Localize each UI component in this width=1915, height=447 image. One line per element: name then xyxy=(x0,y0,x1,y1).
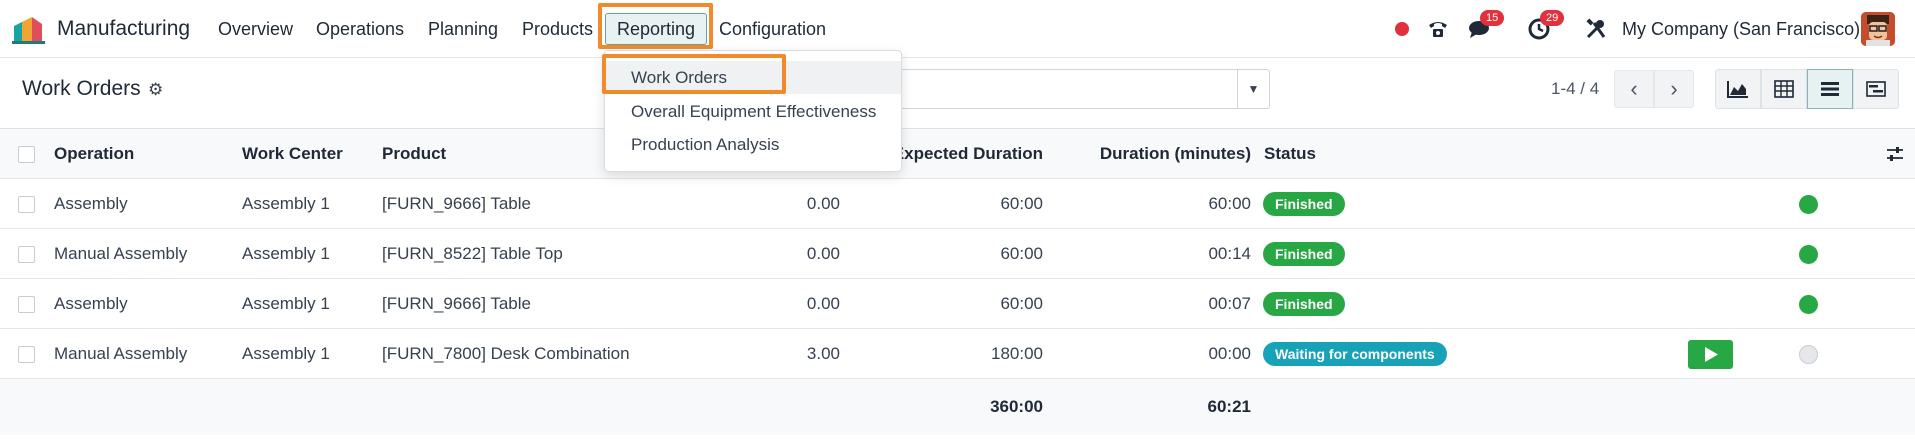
cell-work-center: Assembly 1 xyxy=(242,193,330,213)
row-checkbox[interactable] xyxy=(18,196,35,213)
search-input[interactable]: ▼ xyxy=(880,69,1270,109)
menu-reporting[interactable]: Reporting xyxy=(605,13,708,45)
phone-icon xyxy=(1429,22,1447,37)
app-name[interactable]: Manufacturing xyxy=(57,17,190,41)
area-chart-icon xyxy=(1727,81,1748,98)
select-all-checkbox[interactable] xyxy=(18,146,35,163)
gear-icon[interactable]: ⚙ xyxy=(148,80,163,100)
cell-product: [FURN_8522] Table Top xyxy=(382,243,563,263)
row-checkbox[interactable] xyxy=(18,246,35,263)
menu-products[interactable]: Products xyxy=(522,19,593,40)
voip-button[interactable] xyxy=(1424,12,1452,46)
optional-columns-icon[interactable] xyxy=(1886,145,1904,163)
work-orders-table: Operation Work Center Product Expected D… xyxy=(0,128,1915,435)
tools-icon xyxy=(1586,18,1606,39)
cell-work-center: Assembly 1 xyxy=(242,343,330,363)
manufacturing-app-icon[interactable] xyxy=(12,14,48,44)
list-icon xyxy=(1821,82,1839,96)
cell-work-center: Assembly 1 xyxy=(242,243,330,263)
cell-product: [FURN_9666] Table xyxy=(382,193,531,213)
cell-quantity: 0.00 xyxy=(806,243,840,263)
messages-button[interactable]: 15 xyxy=(1464,10,1505,46)
menu-operations[interactable]: Operations xyxy=(316,19,404,40)
chevron-left-icon: ‹ xyxy=(1630,76,1638,101)
pivot-table-icon xyxy=(1774,80,1794,98)
status-badge: Waiting for components xyxy=(1263,341,1447,366)
status-badge: Finished xyxy=(1263,291,1345,316)
column-header-expected-duration[interactable]: Expected Duration xyxy=(880,129,1043,178)
pager-previous-button[interactable]: ‹ xyxy=(1614,70,1654,108)
cell-quantity: 0.00 xyxy=(806,193,840,213)
column-header-work-center[interactable]: Work Center xyxy=(242,129,343,178)
debug-tools-button[interactable] xyxy=(1584,12,1608,46)
pager-next-button[interactable]: › xyxy=(1654,70,1694,108)
cell-expected-duration: 180:00 xyxy=(991,343,1043,363)
cell-duration: 00:14 xyxy=(1208,243,1251,263)
play-icon xyxy=(1704,347,1718,362)
gantt-view-button[interactable] xyxy=(1853,69,1899,109)
table-row[interactable]: Assembly Assembly 1 [FURN_9666] Table 0.… xyxy=(0,179,1915,229)
row-checkbox[interactable] xyxy=(18,346,35,363)
dropdown-item-work-orders[interactable]: Work Orders xyxy=(605,61,901,94)
cell-operation: Manual Assembly xyxy=(54,243,188,263)
start-button[interactable] xyxy=(1688,340,1733,369)
table-row[interactable]: Manual Assembly Assembly 1 [FURN_8522] T… xyxy=(0,229,1915,279)
cell-operation: Assembly xyxy=(54,193,128,213)
state-dot xyxy=(1799,195,1818,214)
cell-operation: Assembly xyxy=(54,293,128,313)
table-header: Operation Work Center Product Expected D… xyxy=(0,128,1915,179)
top-navbar: Manufacturing Overview Operations Planni… xyxy=(0,0,1915,58)
menu-configuration[interactable]: Configuration xyxy=(719,19,826,40)
company-switcher[interactable]: My Company (San Francisco) xyxy=(1622,19,1860,40)
column-header-status[interactable]: Status xyxy=(1264,129,1316,178)
record-dot-icon xyxy=(1395,22,1409,36)
avatar-face-icon xyxy=(1861,12,1895,46)
column-header-product[interactable]: Product xyxy=(382,129,446,178)
pivot-view-button[interactable] xyxy=(1761,69,1807,109)
row-checkbox[interactable] xyxy=(18,296,35,313)
cell-expected-duration: 60:00 xyxy=(1000,193,1043,213)
cell-product: [FURN_7800] Desk Combination xyxy=(382,343,630,363)
record-indicator[interactable] xyxy=(1392,12,1412,46)
cell-duration: 00:07 xyxy=(1208,293,1251,313)
cell-duration: 60:00 xyxy=(1208,193,1251,213)
activities-button[interactable]: 29 xyxy=(1524,10,1565,46)
menu-planning[interactable]: Planning xyxy=(428,19,498,40)
status-badge: Finished xyxy=(1263,241,1345,266)
cell-product: [FURN_9666] Table xyxy=(382,293,531,313)
graph-view-button[interactable] xyxy=(1715,69,1761,109)
table-row[interactable]: Manual Assembly Assembly 1 [FURN_7800] D… xyxy=(0,329,1915,379)
cell-operation: Manual Assembly xyxy=(54,343,188,363)
cell-quantity: 0.00 xyxy=(806,293,840,313)
cell-expected-duration: 60:00 xyxy=(1000,293,1043,313)
page-title[interactable]: Work Orders xyxy=(22,77,141,101)
cell-work-center: Assembly 1 xyxy=(242,293,330,313)
chevron-right-icon: › xyxy=(1670,76,1678,101)
search-options-toggle[interactable]: ▼ xyxy=(1237,70,1269,108)
list-view-button[interactable] xyxy=(1807,69,1853,109)
reporting-dropdown-menu: Work Orders Overall Equipment Effectiven… xyxy=(604,50,902,172)
dropdown-item-oee[interactable]: Overall Equipment Effectiveness xyxy=(605,95,901,128)
state-dot xyxy=(1799,245,1818,264)
cell-expected-duration: 60:00 xyxy=(1000,243,1043,263)
pager-value[interactable]: 1-4 / 4 xyxy=(1551,79,1599,99)
table-row[interactable]: Assembly Assembly 1 [FURN_9666] Table 0.… xyxy=(0,279,1915,329)
caret-down-icon: ▼ xyxy=(1247,82,1260,96)
column-header-operation[interactable]: Operation xyxy=(54,129,134,178)
cell-quantity: 3.00 xyxy=(806,343,840,363)
total-expected-duration: 360:00 xyxy=(990,397,1043,416)
messages-badge: 15 xyxy=(1480,10,1505,26)
cell-duration: 00:00 xyxy=(1208,343,1251,363)
state-dot xyxy=(1799,345,1818,364)
dropdown-item-production-analysis[interactable]: Production Analysis xyxy=(605,128,901,161)
total-duration: 60:21 xyxy=(1207,397,1251,416)
status-badge: Finished xyxy=(1263,191,1345,216)
gantt-icon xyxy=(1866,81,1886,97)
state-dot xyxy=(1799,295,1818,314)
column-header-duration[interactable]: Duration (minutes) xyxy=(1060,129,1251,178)
table-footer-totals: 360:00 60:21 xyxy=(0,379,1915,435)
activities-badge: 29 xyxy=(1540,10,1565,26)
user-avatar[interactable] xyxy=(1861,12,1895,46)
menu-overview[interactable]: Overview xyxy=(218,19,293,40)
